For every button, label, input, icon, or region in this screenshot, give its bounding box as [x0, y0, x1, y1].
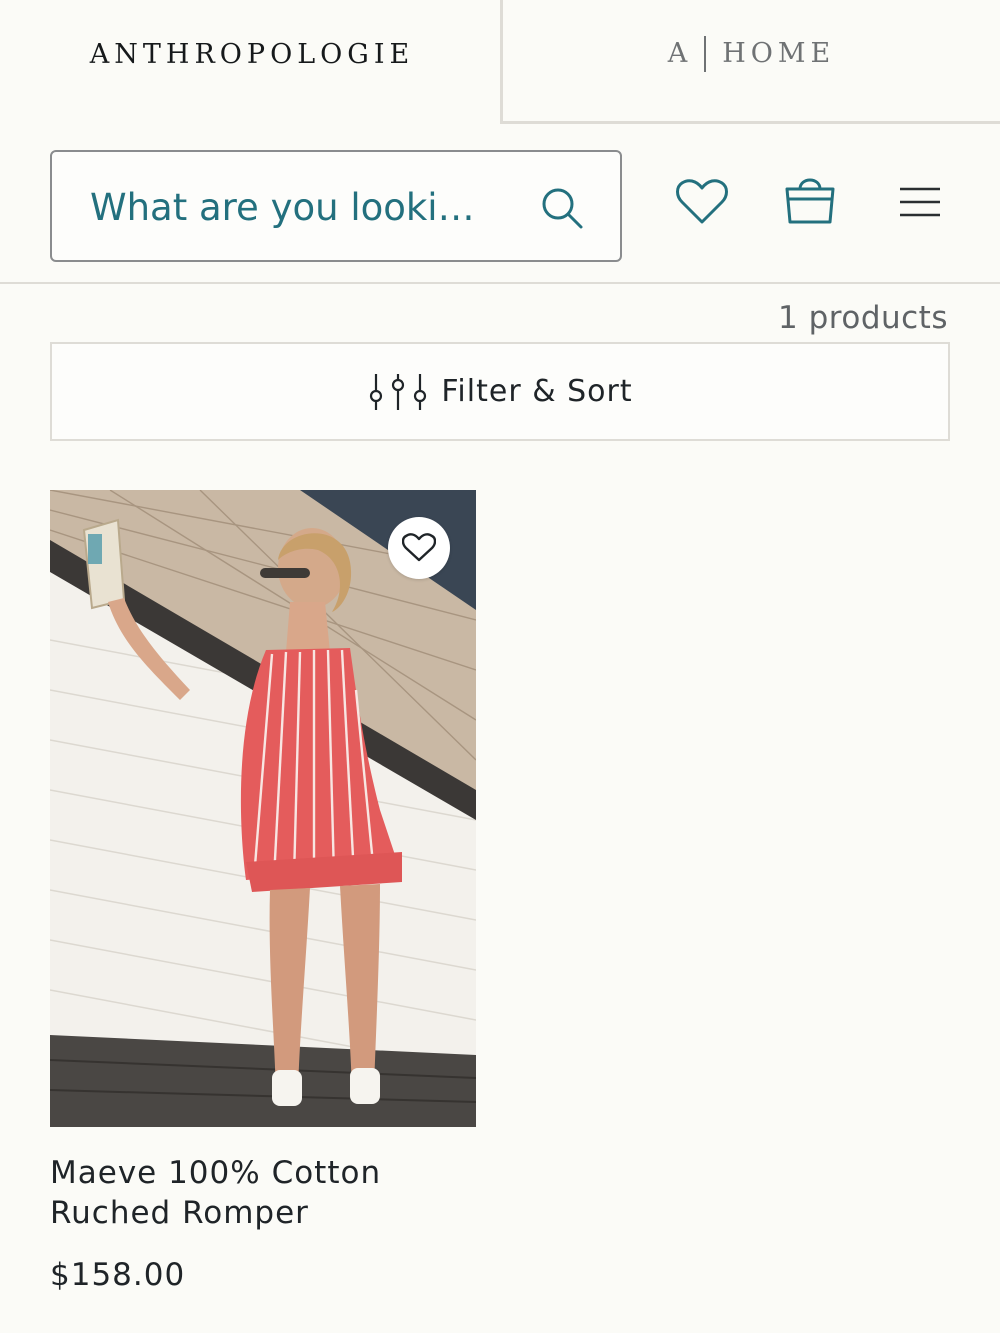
product-photo: [50, 490, 476, 1127]
tab-anthropologie[interactable]: ANTHROPOLOGIE: [0, 0, 500, 108]
search-box[interactable]: [50, 150, 622, 262]
brand-logo-home: A HOME: [667, 35, 836, 72]
sliders-icon: [367, 372, 429, 412]
search-icon[interactable]: [540, 186, 584, 230]
product-name[interactable]: Maeve 100% Cotton Ruched Romper: [50, 1153, 450, 1233]
brand-tabs: ANTHROPOLOGIE A HOME: [0, 0, 1000, 126]
logo-separator: [704, 35, 707, 72]
home-prefix: A: [667, 38, 693, 69]
product-wishlist-heart-icon[interactable]: [388, 517, 450, 579]
home-label: HOME: [722, 38, 836, 69]
filter-sort-button[interactable]: Filter & Sort: [50, 342, 950, 441]
shopping-bag-icon[interactable]: [782, 172, 838, 228]
wishlist-heart-icon[interactable]: [674, 174, 730, 230]
header-divider: [0, 282, 1000, 284]
product-image[interactable]: [50, 490, 476, 1127]
tab-anthropologie-home[interactable]: A HOME: [500, 0, 1000, 124]
filter-sort-label: Filter & Sort: [441, 374, 633, 409]
brand-logo-anthropologie: ANTHROPOLOGIE: [89, 38, 415, 70]
product-price: $158.00: [50, 1257, 186, 1293]
hamburger-menu-icon[interactable]: [892, 174, 948, 230]
product-count: 1 products: [778, 300, 948, 336]
product-card[interactable]: Maeve 100% Cotton Ruched Romper $158.00: [50, 490, 476, 1293]
search-input[interactable]: [90, 174, 510, 240]
